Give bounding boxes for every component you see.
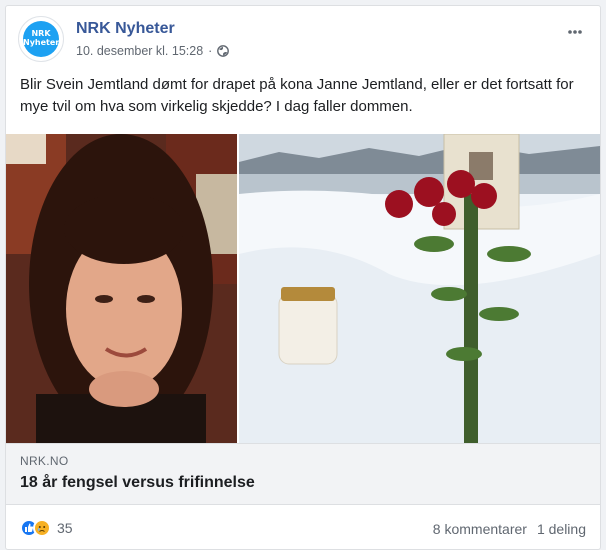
link-preview-image[interactable]	[6, 134, 600, 443]
post-stats: 8 kommentarer 1 deling	[433, 521, 586, 537]
nrk-logo: NRK Nyheter	[23, 21, 59, 57]
page-avatar[interactable]: NRK Nyheter	[18, 16, 64, 62]
sad-icon	[33, 519, 51, 537]
memorial-photo	[239, 134, 600, 443]
more-options-icon[interactable]	[568, 22, 582, 34]
post-card: NRK Nyheter NRK Nyheter 10. desember kl.…	[5, 5, 601, 550]
reactions-summary[interactable]: 35	[20, 519, 73, 537]
post-footer: 35 8 kommentarer 1 deling	[6, 509, 600, 549]
post-meta: 10. desember kl. 15:28 ·	[76, 44, 230, 58]
meta-separator: ·	[208, 44, 213, 58]
post-text: Blir Svein Jemtland dømt for drapet på k…	[20, 76, 574, 115]
link-domain: NRK.NO	[20, 454, 69, 468]
reaction-count: 35	[57, 520, 73, 536]
post-timestamp[interactable]: 10. desember kl. 15:28	[76, 44, 203, 58]
share-count-link[interactable]: 1 deling	[537, 521, 586, 537]
comment-count-link[interactable]: 8 kommentarer	[433, 521, 527, 537]
globe-icon[interactable]	[217, 45, 230, 57]
link-headline[interactable]: 18 år fengsel versus frifinnelse	[20, 474, 255, 492]
page-name-link[interactable]: NRK Nyheter	[76, 20, 175, 38]
portrait-photo	[6, 134, 237, 443]
link-preview[interactable]: NRK.NO 18 år fengsel versus frifinnelse	[6, 443, 600, 505]
